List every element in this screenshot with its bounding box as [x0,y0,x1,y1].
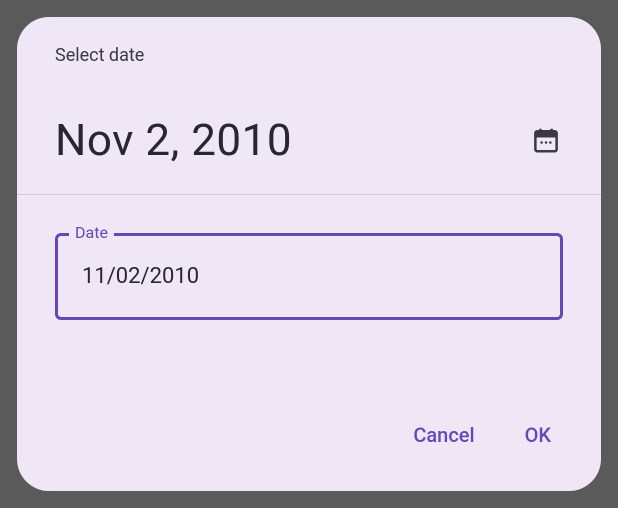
dialog-title: Select date [55,45,563,66]
date-input[interactable] [55,233,563,320]
date-picker-dialog: Select date Nov 2, 2010 Date Cancel [17,17,601,491]
input-section: Date [17,195,601,415]
calendar-icon[interactable] [529,123,563,157]
ok-button[interactable]: OK [521,415,555,455]
date-input-wrapper: Date [55,233,563,320]
selected-date-display: Nov 2, 2010 [55,114,292,166]
dialog-header: Select date Nov 2, 2010 [17,17,601,195]
date-input-label: Date [69,223,114,242]
dialog-actions: Cancel OK [17,415,601,491]
date-display-row: Nov 2, 2010 [55,114,563,166]
cancel-button[interactable]: Cancel [409,415,478,455]
